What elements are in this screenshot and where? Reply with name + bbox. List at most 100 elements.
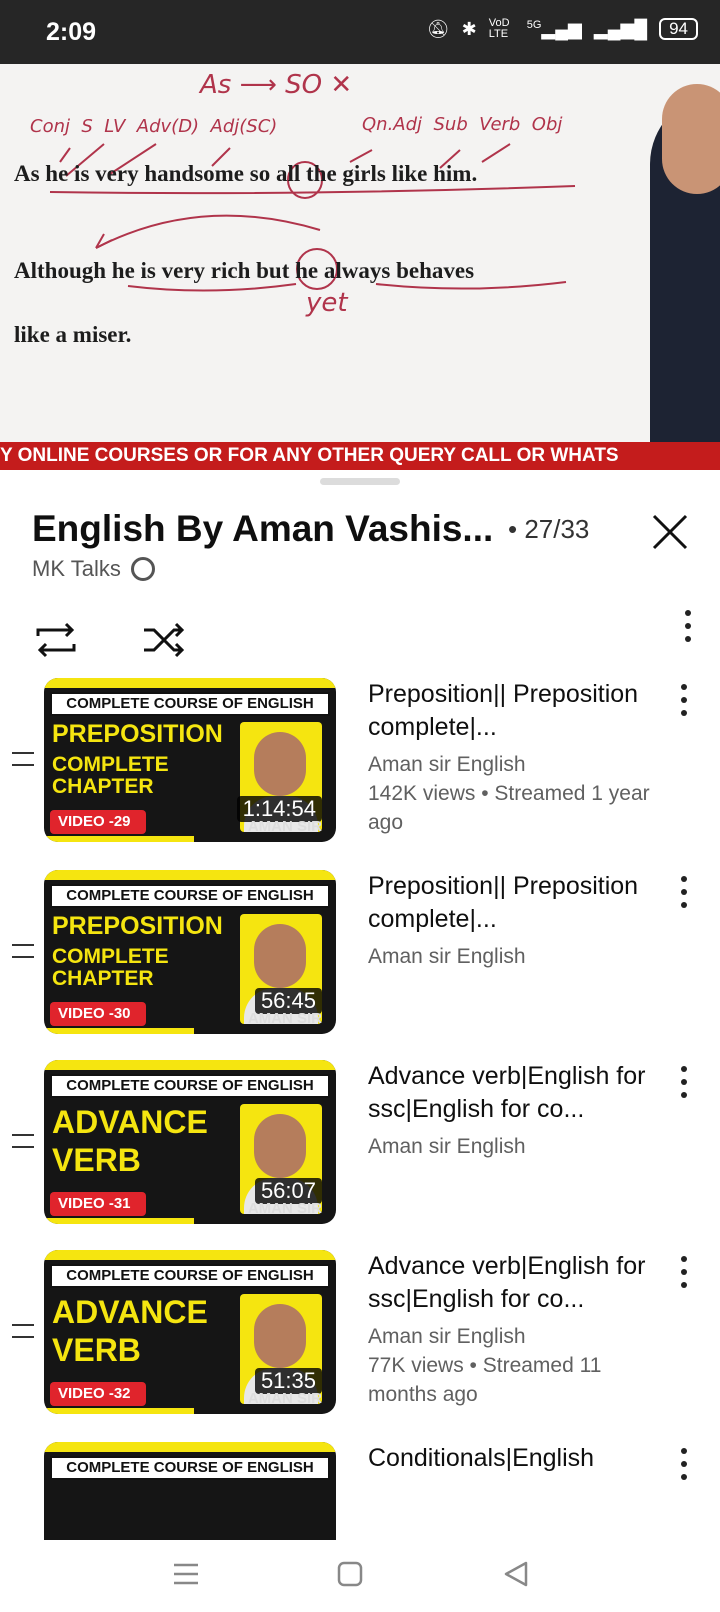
thumb-banner: COMPLETE COURSE OF ENGLISH bbox=[50, 884, 330, 908]
drag-handle[interactable] bbox=[320, 478, 400, 485]
thumb-signature: AMAN SIR bbox=[247, 1200, 322, 1217]
video-channel: Aman sir English bbox=[368, 1135, 526, 1158]
video-stats: 77K views • Streamed 11 months ago bbox=[368, 1354, 602, 1406]
item-more-icon[interactable] bbox=[680, 1448, 688, 1480]
thumb-stripe bbox=[44, 870, 336, 880]
video-thumbnail[interactable]: COMPLETE COURSE OF ENGLISH ADVANCE VERB … bbox=[44, 1250, 336, 1414]
playlist-item[interactable]: COMPLETE COURSE OF ENGLISH PREPOSITION C… bbox=[0, 870, 720, 1066]
video-channel: Aman sir English bbox=[368, 1325, 526, 1348]
thumb-line1: ADVANCE bbox=[52, 1294, 208, 1330]
thumb-video-tag: VIDEO -30 bbox=[50, 1002, 146, 1026]
thumb-signature: AMAN SIR bbox=[247, 1390, 322, 1407]
public-globe-icon bbox=[130, 557, 155, 581]
video-title: Conditionals|English bbox=[368, 1444, 595, 1472]
item-more-icon[interactable] bbox=[680, 684, 688, 716]
playlist-position: • 27/33 bbox=[508, 514, 590, 544]
thumb-stripe-bottom bbox=[44, 1408, 194, 1414]
reorder-handle-icon[interactable] bbox=[12, 1324, 34, 1338]
video-channel: Aman sir English bbox=[368, 753, 526, 776]
reorder-handle-icon[interactable] bbox=[12, 1134, 34, 1148]
board-sentence-3: like a miser. bbox=[14, 322, 132, 347]
video-thumbnail[interactable]: COMPLETE COURSE OF ENGLISH PREPOSITION C… bbox=[44, 678, 336, 842]
video-meta[interactable]: Conditionals|English bbox=[368, 1442, 668, 1475]
thumb-line2: COMPLETE bbox=[52, 945, 169, 968]
thumb-signature: AMAN SIR bbox=[247, 1010, 322, 1027]
board-sentence-1: As he is very handsome so all the girls … bbox=[14, 161, 478, 186]
thumb-line3: CHAPTER bbox=[52, 775, 154, 798]
annotation-parts-left: Conj S LV Adv(D) Adj(SC) bbox=[30, 116, 278, 137]
ticker-banner: Y ONLINE COURSES OR FOR ANY OTHER QUERY … bbox=[0, 442, 720, 470]
thumb-line1: ADVANCE bbox=[52, 1104, 208, 1140]
thumb-line1: PREPOSITION bbox=[52, 720, 223, 748]
playlist-title: English By Aman Vashis... bbox=[32, 508, 494, 549]
thumb-line2: VERB bbox=[52, 1332, 141, 1368]
video-title: Preposition|| Preposition complete|... bbox=[368, 872, 639, 933]
playlist-item[interactable]: COMPLETE COURSE OF ENGLISH ADVANCE VERB … bbox=[0, 1060, 720, 1256]
thumb-line2: COMPLETE bbox=[52, 753, 169, 776]
battery-icon: 94 bbox=[659, 18, 698, 40]
close-icon[interactable] bbox=[650, 512, 690, 552]
clock: 2:09 bbox=[46, 18, 97, 46]
playlist-item[interactable]: COMPLETE COURSE OF ENGLISH ADVANCE VERB … bbox=[0, 1250, 720, 1446]
volte-icon: VoD LTE bbox=[488, 17, 510, 40]
thumb-banner: COMPLETE COURSE OF ENGLISH bbox=[50, 1074, 330, 1098]
video-title: Preposition|| Preposition complete|... bbox=[368, 680, 639, 741]
thumb-line1: PREPOSITION bbox=[52, 912, 223, 940]
network-label: 5G bbox=[526, 18, 542, 31]
playlist-channel: MK Talks bbox=[32, 556, 155, 582]
video-title: Advance verb|English for ssc|English for… bbox=[368, 1062, 646, 1123]
bluetooth-icon: ✱ bbox=[461, 18, 477, 39]
status-icons: 🔕︎ ✱ VoD LTE 5G▂▄▆ ▂▄▆█ 94 bbox=[427, 18, 698, 40]
board-sentence-2: Although he is very rich but he always b… bbox=[14, 258, 475, 283]
thumb-video-tag: VIDEO -29 bbox=[50, 810, 146, 834]
signal-icon: ▂▄▆█ bbox=[593, 18, 648, 39]
shuffle-icon[interactable] bbox=[140, 616, 188, 664]
more-vert-icon bbox=[684, 610, 692, 642]
video-meta[interactable]: Preposition|| Preposition complete|... A… bbox=[368, 870, 668, 971]
thumb-stripe bbox=[44, 1060, 336, 1070]
presenter bbox=[650, 84, 720, 442]
item-more-icon[interactable] bbox=[680, 1256, 688, 1288]
home-icon[interactable] bbox=[336, 1560, 364, 1588]
thumb-stripe bbox=[44, 1442, 336, 1452]
back-icon[interactable] bbox=[502, 1560, 530, 1588]
playlist-item[interactable]: COMPLETE COURSE OF ENGLISH PREPOSITION C… bbox=[0, 678, 720, 874]
video-channel: Aman sir English bbox=[368, 945, 526, 968]
thumb-stripe-bottom bbox=[44, 836, 194, 842]
video-meta[interactable]: Preposition|| Preposition complete|... A… bbox=[368, 678, 668, 837]
video-meta[interactable]: Advance verb|English for ssc|English for… bbox=[368, 1060, 668, 1161]
thumb-line2: VERB bbox=[52, 1142, 141, 1178]
video-player[interactable]: As ⟶ SO ✕ Conj S LV Adv(D) Adj(SC) Qn.Ad… bbox=[0, 64, 720, 442]
mute-icon: 🔕︎ bbox=[426, 18, 450, 39]
thumb-video-tag: VIDEO -32 bbox=[50, 1382, 146, 1406]
status-bar: 2:09 🔕︎ ✱ VoD LTE 5G▂▄▆ ▂▄▆█ 94 bbox=[0, 0, 720, 64]
video-thumbnail[interactable]: COMPLETE COURSE OF ENGLISH ADVANCE VERB … bbox=[44, 1060, 336, 1224]
menu-icon[interactable] bbox=[172, 1560, 200, 1588]
thumb-banner: COMPLETE COURSE OF ENGLISH bbox=[50, 1456, 330, 1480]
thumb-banner: COMPLETE COURSE OF ENGLISH bbox=[50, 1264, 330, 1288]
video-title: Advance verb|English for ssc|English for… bbox=[368, 1252, 646, 1313]
video-thumbnail[interactable]: COMPLETE COURSE OF ENGLISH bbox=[44, 1442, 336, 1540]
video-meta[interactable]: Advance verb|English for ssc|English for… bbox=[368, 1250, 668, 1409]
playlist-more-button[interactable] bbox=[684, 610, 692, 650]
thumb-signature: AMAN SIR bbox=[247, 818, 322, 835]
system-nav-bar bbox=[0, 1540, 720, 1612]
annotation-parts-right: Qn.Adj Sub Verb Obj bbox=[362, 114, 563, 135]
annotation-yet: yet bbox=[306, 288, 348, 318]
thumb-stripe-bottom bbox=[44, 1218, 194, 1224]
channel-name[interactable]: MK Talks bbox=[32, 556, 121, 582]
annotation-as-so: As ⟶ SO ✕ bbox=[200, 70, 353, 100]
thumb-stripe bbox=[44, 1250, 336, 1260]
playlist-item[interactable]: COMPLETE COURSE OF ENGLISH Conditionals|… bbox=[0, 1442, 720, 1540]
presenter-head bbox=[662, 84, 720, 194]
signal-5g-icon: 5G▂▄▆ bbox=[526, 18, 582, 39]
video-thumbnail[interactable]: COMPLETE COURSE OF ENGLISH PREPOSITION C… bbox=[44, 870, 336, 1034]
loop-icon[interactable] bbox=[32, 616, 80, 664]
reorder-handle-icon[interactable] bbox=[12, 752, 34, 766]
item-more-icon[interactable] bbox=[680, 876, 688, 908]
item-more-icon[interactable] bbox=[680, 1066, 688, 1098]
thumb-line3: CHAPTER bbox=[52, 967, 154, 990]
video-stats: 142K views • Streamed 1 year ago bbox=[368, 782, 650, 834]
thumb-banner: COMPLETE COURSE OF ENGLISH bbox=[50, 692, 330, 716]
reorder-handle-icon[interactable] bbox=[12, 944, 34, 958]
